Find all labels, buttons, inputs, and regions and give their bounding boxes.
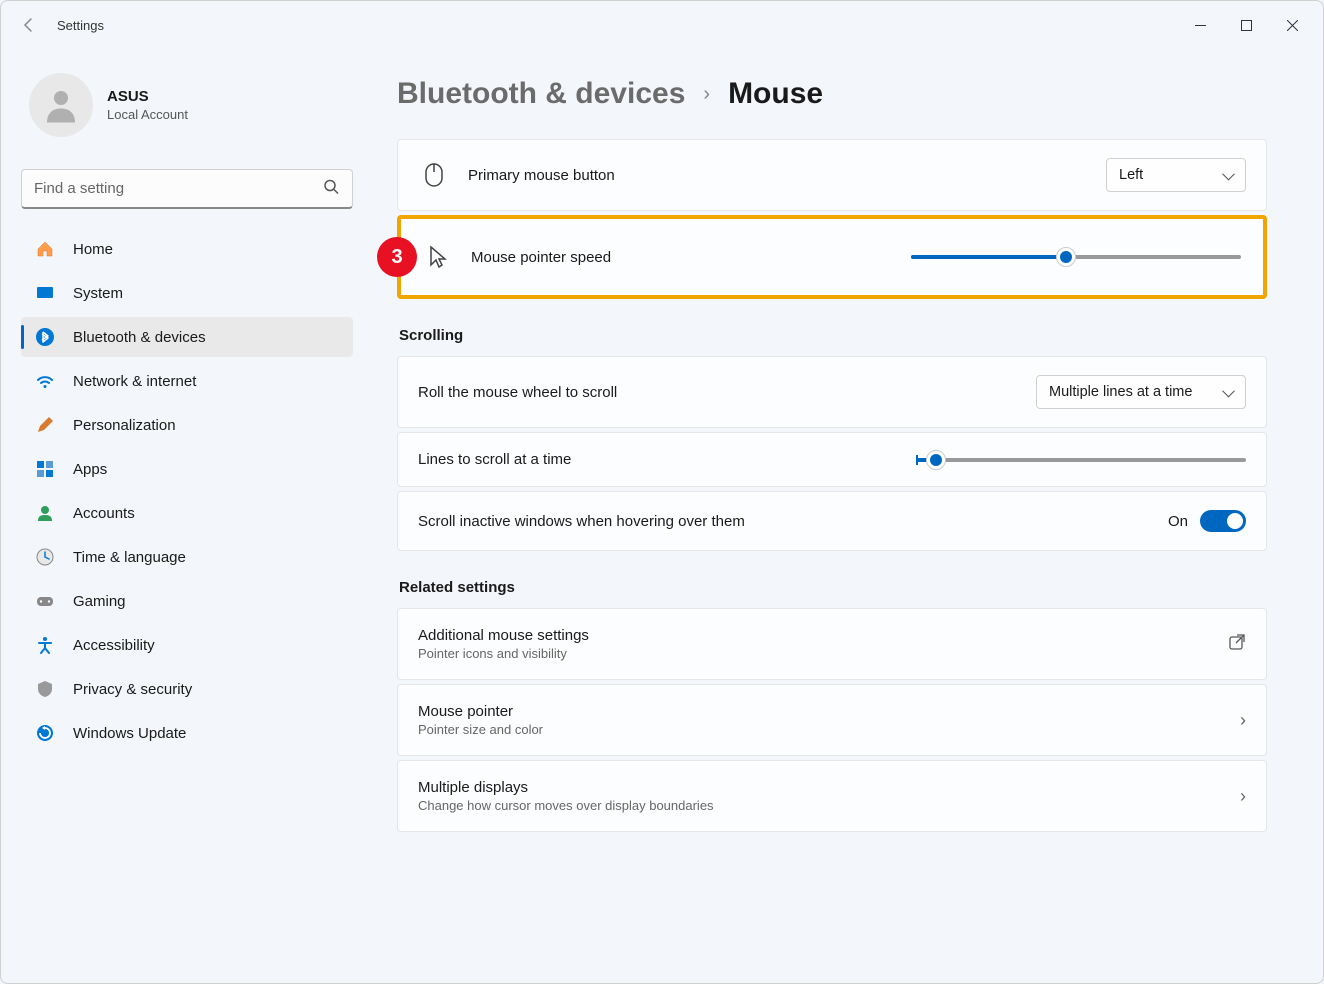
update-icon [35, 723, 55, 743]
chevron-right-icon: › [1240, 710, 1246, 731]
accessibility-icon [35, 635, 55, 655]
sidebar-item-apps[interactable]: Apps [21, 449, 353, 489]
main-content: Bluetooth & devices › Mouse Primary mous… [373, 49, 1323, 983]
mouse-pointer-sub: Pointer size and color [418, 722, 1240, 737]
chevron-right-icon: › [1240, 786, 1246, 807]
multiple-displays-sub: Change how cursor moves over display bou… [418, 798, 1240, 813]
mouse-pointer-title: Mouse pointer [418, 703, 1240, 720]
annotation-badge: 3 [377, 237, 417, 277]
sidebar-item-label: Accounts [73, 505, 135, 522]
primary-button-select[interactable]: Left [1106, 158, 1246, 192]
scroll-mode-row: Roll the mouse wheel to scroll Multiple … [397, 356, 1267, 428]
pointer-speed-row: Mouse pointer speed [401, 219, 1263, 295]
sidebar-item-system[interactable]: System [21, 273, 353, 313]
app-title: Settings [57, 18, 104, 33]
scrolling-header: Scrolling [399, 327, 1267, 344]
search-box[interactable] [21, 169, 353, 209]
sidebar: ASUS Local Account Home System Bluetoot [1, 49, 373, 983]
lines-to-scroll-slider[interactable] [916, 458, 1246, 462]
sidebar-item-bluetooth-devices[interactable]: Bluetooth & devices [21, 317, 353, 357]
accounts-icon [35, 503, 55, 523]
nav: Home System Bluetooth & devices Network … [21, 229, 353, 753]
lines-to-scroll-label: Lines to scroll at a time [418, 451, 916, 468]
sidebar-item-gaming[interactable]: Gaming [21, 581, 353, 621]
bluetooth-icon [35, 327, 55, 347]
sidebar-item-label: Network & internet [73, 373, 196, 390]
inactive-scroll-row: Scroll inactive windows when hovering ov… [397, 491, 1267, 551]
system-icon [35, 283, 55, 303]
cursor-icon [421, 245, 453, 269]
search-icon [323, 179, 339, 200]
multiple-displays-row[interactable]: Multiple displays Change how cursor move… [397, 760, 1267, 832]
profile-block[interactable]: ASUS Local Account [21, 61, 353, 161]
sidebar-item-label: Personalization [73, 417, 176, 434]
profile-name: ASUS [107, 88, 188, 105]
pointer-speed-slider[interactable] [911, 255, 1241, 259]
sidebar-item-windows-update[interactable]: Windows Update [21, 713, 353, 753]
additional-settings-sub: Pointer icons and visibility [418, 646, 1228, 661]
sidebar-item-home[interactable]: Home [21, 229, 353, 269]
sidebar-item-label: Home [73, 241, 113, 258]
sidebar-item-label: Windows Update [73, 725, 186, 742]
breadcrumb-current: Mouse [728, 77, 823, 111]
maximize-button[interactable] [1223, 9, 1269, 41]
sidebar-item-label: Bluetooth & devices [73, 329, 206, 346]
pointer-speed-highlight: 3 Mouse pointer speed [397, 215, 1267, 299]
breadcrumb-parent[interactable]: Bluetooth & devices [397, 77, 685, 111]
time-language-icon [35, 547, 55, 567]
primary-button-label: Primary mouse button [468, 167, 1106, 184]
mouse-icon [418, 162, 450, 188]
inactive-scroll-toggle[interactable] [1200, 510, 1246, 532]
apps-icon [35, 459, 55, 479]
minimize-button[interactable] [1177, 9, 1223, 41]
network-icon [35, 371, 55, 391]
gaming-icon [35, 591, 55, 611]
avatar [29, 73, 93, 137]
sidebar-item-accounts[interactable]: Accounts [21, 493, 353, 533]
back-button[interactable] [9, 5, 49, 45]
related-settings-header: Related settings [399, 579, 1267, 596]
chevron-right-icon: › [703, 83, 710, 106]
sidebar-item-privacy[interactable]: Privacy & security [21, 669, 353, 709]
sidebar-item-network[interactable]: Network & internet [21, 361, 353, 401]
sidebar-item-label: Accessibility [73, 637, 155, 654]
breadcrumb: Bluetooth & devices › Mouse [397, 77, 1267, 111]
inactive-scroll-label: Scroll inactive windows when hovering ov… [418, 513, 1168, 530]
privacy-icon [35, 679, 55, 699]
sidebar-item-accessibility[interactable]: Accessibility [21, 625, 353, 665]
mouse-pointer-row[interactable]: Mouse pointer Pointer size and color › [397, 684, 1267, 756]
search-input[interactable] [21, 169, 353, 209]
sidebar-item-label: Privacy & security [73, 681, 192, 698]
home-icon [35, 239, 55, 259]
scroll-mode-label: Roll the mouse wheel to scroll [418, 384, 1036, 401]
external-link-icon [1228, 633, 1246, 656]
profile-account: Local Account [107, 107, 188, 122]
scroll-mode-select[interactable]: Multiple lines at a time [1036, 375, 1246, 409]
toggle-state-label: On [1168, 513, 1188, 530]
sidebar-item-label: Gaming [73, 593, 126, 610]
additional-settings-title: Additional mouse settings [418, 627, 1228, 644]
primary-mouse-button-row: Primary mouse button Left [397, 139, 1267, 211]
sidebar-item-label: System [73, 285, 123, 302]
sidebar-item-label: Time & language [73, 549, 186, 566]
close-button[interactable] [1269, 9, 1315, 41]
additional-mouse-settings-row[interactable]: Additional mouse settings Pointer icons … [397, 608, 1267, 680]
sidebar-item-label: Apps [73, 461, 107, 478]
personalization-icon [35, 415, 55, 435]
multiple-displays-title: Multiple displays [418, 779, 1240, 796]
lines-to-scroll-row: Lines to scroll at a time [397, 432, 1267, 487]
sidebar-item-time-language[interactable]: Time & language [21, 537, 353, 577]
sidebar-item-personalization[interactable]: Personalization [21, 405, 353, 445]
titlebar: Settings [1, 1, 1323, 49]
pointer-speed-label: Mouse pointer speed [471, 249, 911, 266]
